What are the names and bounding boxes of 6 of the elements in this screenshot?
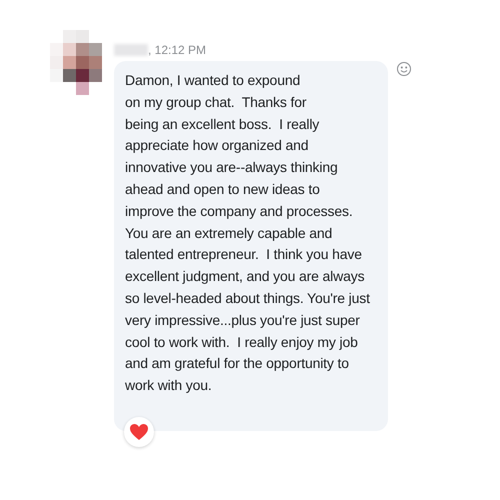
- heart-reaction[interactable]: [124, 416, 154, 447]
- redacted-name: [114, 44, 148, 56]
- smiley-icon[interactable]: [396, 61, 412, 77]
- message-text: Damon, I wanted to expound on my group chat. Thanks for being an excellent boss. I really appreciate how organized and innovative you are--always thinking ahead and open to new ideas to improve the company and processes. You are an extremely capable and talented entrepreneur. I think you have excellent judgment, and you are always so level-headed about things. You're just very impressive...plus you're just super cool to work with. I really enjoy my job and am grateful for the opportunity to work with you.: [125, 71, 371, 396]
- message-time: , 12:12 PM: [148, 43, 206, 57]
- heart-icon: [129, 422, 149, 441]
